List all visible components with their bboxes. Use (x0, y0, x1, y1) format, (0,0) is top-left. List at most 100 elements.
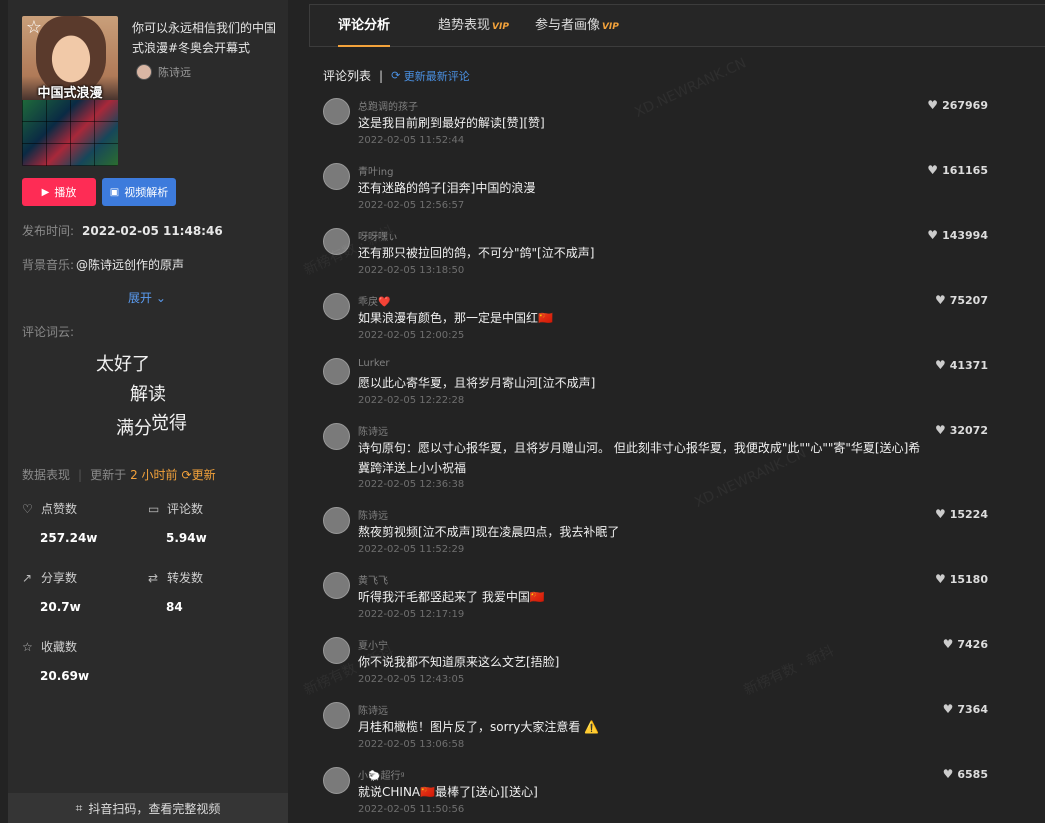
tab-label: 评论分析 (338, 18, 391, 33)
comment-text: 如果浪漫有颜色，那一定是中国红🇨🇳 (358, 311, 553, 325)
commenter-name[interactable]: 青叶ing (358, 163, 393, 178)
comment-icon: ▭ (148, 501, 160, 516)
commenter-avatar[interactable] (323, 163, 350, 190)
commenter-name[interactable]: 小🐑超行ᵍ (358, 767, 405, 782)
refresh-icon[interactable]: ⟳ (182, 468, 192, 482)
commenter-name[interactable]: 陈诗远 (358, 507, 388, 522)
comment-text: 还有迷路的鸽子[泪奔]中国的浪漫 (358, 181, 536, 195)
commenter-name[interactable]: Lurker (358, 358, 390, 369)
comment-time: 2022-02-05 12:00:25 (358, 330, 465, 341)
tab-trend[interactable]: 趋势表现 VIP (438, 4, 509, 47)
music-row: 背景音乐: @陈诗远创作的原声 (22, 256, 184, 273)
comment-text: 你不说我都不知道原来这么文艺[捂脸] (358, 655, 560, 669)
stat-label: 收藏数 (41, 640, 78, 654)
comment-text: 这是我目前刷到最好的解读[赞][赞] (358, 116, 545, 130)
heart-icon: ♥ (934, 572, 946, 586)
analysis-tabs: 评论分析 趋势表现 VIP 参与者画像 VIP (309, 4, 1045, 47)
thumbnail-caption: 中国式浪漫 (37, 86, 103, 101)
commenter-name[interactable]: 乖戾❤️ (358, 293, 390, 308)
commenter-avatar[interactable] (323, 767, 350, 794)
comment-time: 2022-02-05 12:22:28 (358, 395, 465, 406)
updated-prefix: 更新于 (90, 468, 127, 482)
refresh-comments-link[interactable]: 更新最新评论 (404, 68, 470, 84)
commenter-name[interactable]: 黄飞飞 (358, 572, 388, 587)
commenter-avatar[interactable] (323, 358, 350, 385)
stat-value: 257.24w (40, 531, 98, 545)
commenter-name[interactable]: 总跑调的孩子 (358, 98, 418, 113)
expand-toggle[interactable]: 展开 ⌄ (128, 289, 166, 306)
like-count: 32072 (949, 423, 988, 437)
commenter-name[interactable]: 夏小宁 (358, 637, 388, 652)
comment-list-title: 评论列表 (323, 69, 372, 83)
tab-label: 参与者画像 (534, 18, 600, 33)
commenter-name[interactable]: 呀呀嘿ぃ (358, 228, 398, 243)
music-link[interactable]: @陈诗远创作的原声 (76, 258, 184, 272)
heart-icon: ♥ (934, 358, 946, 372)
comment-likes: ♥ 75207 (935, 293, 988, 307)
video-analysis-button[interactable]: ▣ 视频解析 (102, 178, 176, 206)
watermark: XD.NEWRANK.CN (632, 55, 749, 121)
author-name: 陈诗远 (158, 66, 191, 79)
comment-text: 就说CHINA🇨🇳最棒了[送心][送心] (358, 785, 538, 799)
commenter-avatar[interactable] (323, 507, 350, 534)
stat-value: 20.7w (40, 600, 81, 614)
commenter-avatar[interactable] (323, 98, 350, 125)
stat-shares: ↗ 分享数 20.7w (22, 569, 142, 614)
comment-likes: ♥ 6585 (943, 767, 988, 781)
comment-likes: ♥ 15180 (935, 572, 988, 586)
comment-time: 2022-02-05 12:43:05 (358, 674, 465, 685)
refresh-icon[interactable]: ⟳ (391, 69, 404, 82)
comment-time: 2022-02-05 11:50:56 (358, 804, 465, 815)
video-author[interactable]: 陈诗远 (136, 64, 191, 80)
commenter-avatar[interactable] (323, 228, 350, 255)
stats-header: 数据表现 | 更新于 2 小时前 ⟳ 更新 (22, 466, 216, 483)
commenter-name[interactable]: 陈诗远 (358, 423, 388, 438)
commenter-avatar[interactable] (323, 293, 350, 320)
comment-text: 听得我汗毛都竖起来了 我爱中国🇨🇳 (358, 590, 545, 604)
stat-value: 20.69w (40, 669, 90, 683)
update-link[interactable]: 更新 (192, 466, 216, 483)
stat-reposts: ⇄ 转发数 84 (148, 569, 268, 614)
like-count: 41371 (949, 358, 988, 372)
play-icon: ▶ (41, 186, 50, 198)
heart-icon: ♥ (934, 293, 946, 307)
stat-label: 评论数 (167, 502, 204, 516)
video-thumbnail[interactable]: 中国式浪漫 ☆ (22, 16, 118, 166)
heart-icon: ♥ (934, 423, 946, 437)
comment-text: 诗句原句：愿以寸心报华夏，且将岁月赠山河。 但此刻非寸心报华夏，我便改成"此""… (358, 441, 921, 475)
heart-icon: ♥ (942, 767, 954, 781)
like-count: 6585 (957, 767, 988, 781)
comment-time: 2022-02-05 12:17:19 (358, 609, 465, 620)
commenter-avatar[interactable] (323, 702, 350, 729)
commenter-avatar[interactable] (323, 423, 350, 450)
music-label: 背景音乐: (22, 258, 75, 272)
commenter-name[interactable]: 陈诗远 (358, 702, 388, 717)
tab-audience[interactable]: 参与者画像 VIP (535, 4, 619, 47)
commenter-avatar[interactable] (323, 572, 350, 599)
comment-text: 愿以此心寄华夏，且将岁月寄山河[泣不成声] (358, 376, 596, 390)
wordcloud-word: 觉得 (151, 413, 187, 434)
image-icon: ▣ (109, 186, 120, 198)
tab-comment-analysis[interactable]: 评论分析 (338, 4, 391, 47)
comment-time: 2022-02-05 13:06:58 (358, 739, 465, 750)
comment-time: 2022-02-05 12:56:57 (358, 200, 465, 211)
stat-label: 点赞数 (41, 502, 78, 516)
commenter-avatar[interactable] (323, 637, 350, 664)
comment-text: 还有那只被拉回的鸽，不可分"鸽"[泣不成声] (358, 246, 595, 260)
stat-value: 5.94w (166, 531, 207, 545)
stat-label: 转发数 (167, 571, 204, 585)
favorite-star-icon[interactable]: ☆ (24, 18, 44, 38)
comment-likes: ♥ 267969 (927, 98, 988, 112)
like-count: 15224 (949, 507, 988, 521)
author-avatar (136, 64, 152, 80)
comment-text: 熬夜剪视频[泣不成声]现在凌晨四点，我去补眠了 (358, 525, 620, 539)
video-title[interactable]: 你可以永远相信我们的中国式浪漫#冬奥会开幕式 (132, 18, 278, 58)
scan-qr-button[interactable]: ⌗ 抖音扫码，查看完整视频 (8, 793, 288, 823)
publish-time-row: 发布时间: 2022-02-05 11:48:46 (22, 222, 223, 239)
play-button[interactable]: ▶ 播放 (22, 178, 96, 206)
comment-time: 2022-02-05 13:18:50 (358, 265, 465, 276)
qr-scan-icon: ⌗ (75, 800, 83, 815)
heart-icon: ♥ (927, 228, 939, 242)
like-count: 15180 (949, 572, 988, 586)
stat-label: 分享数 (41, 571, 78, 585)
